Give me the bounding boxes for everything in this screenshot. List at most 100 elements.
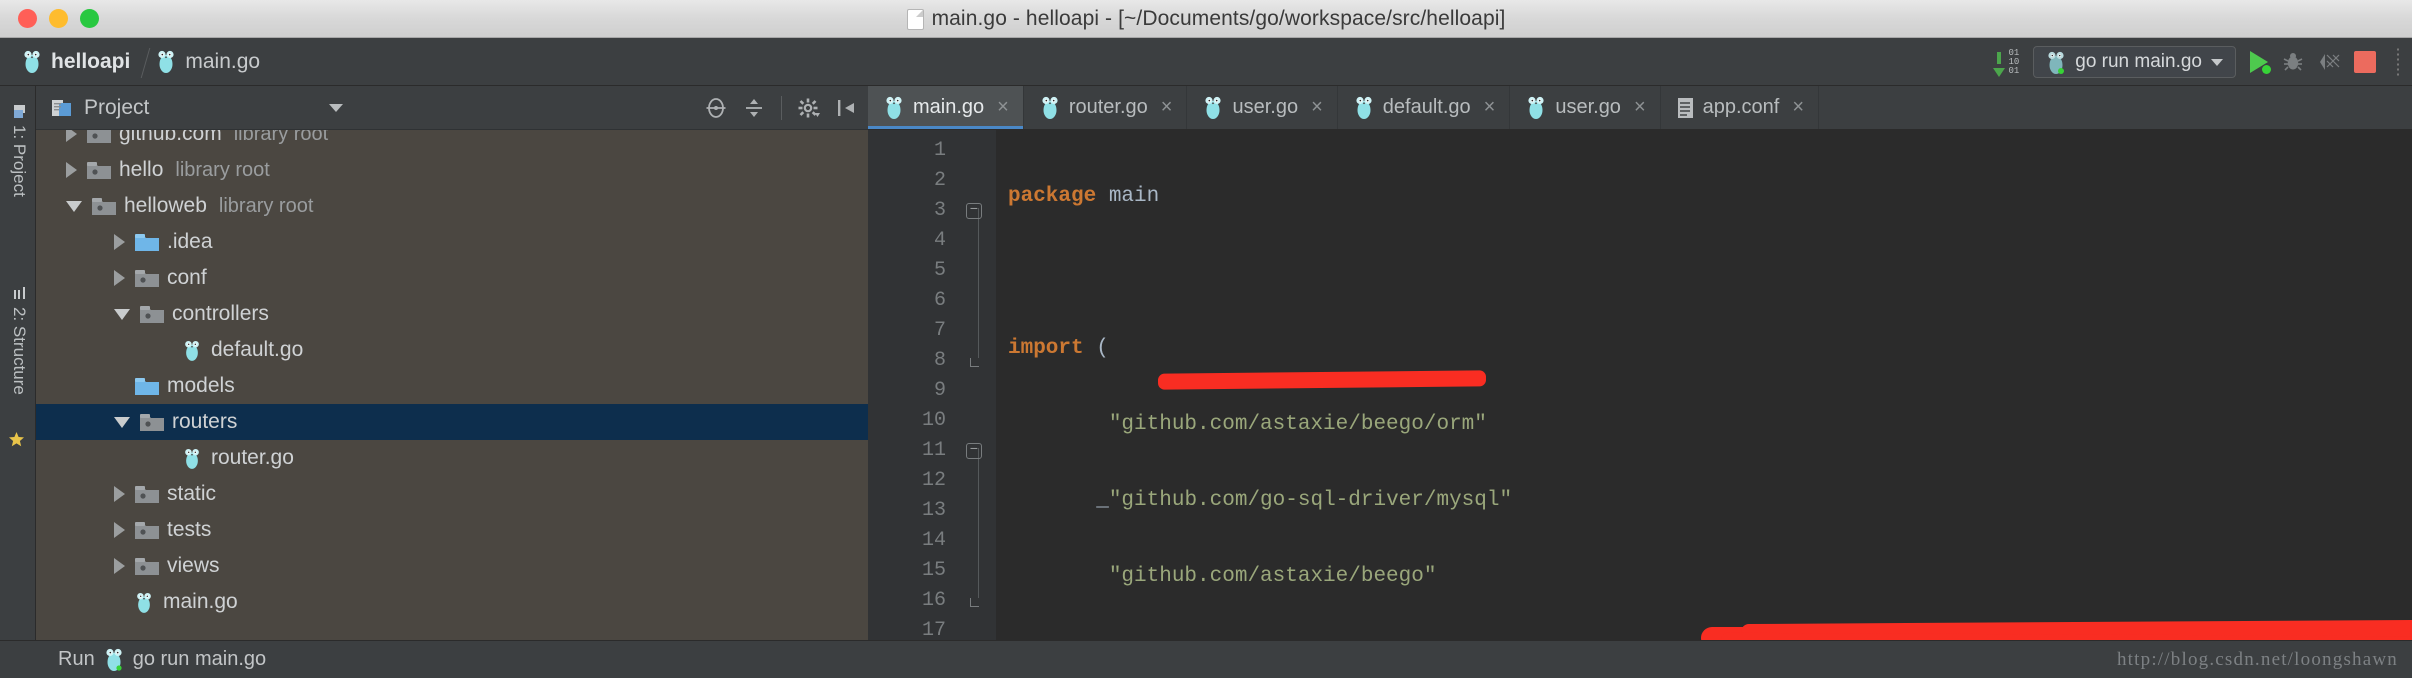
close-tab-icon[interactable]: × — [997, 96, 1009, 119]
tree-node-label: views — [167, 554, 220, 577]
tree-node-label: tests — [167, 518, 212, 541]
tree-row[interactable]: models — [36, 368, 868, 404]
locate-target-icon[interactable] — [705, 97, 727, 119]
editor-tab-user-go[interactable]: user.go × — [1187, 86, 1338, 129]
folder-icon — [135, 557, 159, 575]
go-gopher-icon — [106, 648, 122, 671]
title-bar: main.go - helloapi - [~/Documents/go/wor… — [0, 0, 2412, 38]
editor-tab-default-go[interactable]: default.go × — [1338, 86, 1511, 129]
update-project-icon[interactable]: 01 10 01 — [1993, 48, 2020, 77]
project-panel-header: Project — [36, 86, 868, 130]
status-bar: Run go run main.go http://blog.csdn.net/… — [0, 640, 2412, 678]
close-tab-icon[interactable]: × — [1634, 96, 1646, 119]
minimize-window-button[interactable] — [49, 9, 68, 28]
expand-arrow-icon[interactable] — [114, 486, 125, 502]
collapse-arrow-icon[interactable] — [66, 200, 82, 212]
breadcrumb-item-helloapi[interactable]: helloapi — [14, 44, 148, 80]
fold-toggle-import[interactable]: − — [966, 203, 982, 219]
folder-icon — [140, 305, 164, 323]
sidebar-item-favorites[interactable] — [8, 421, 25, 458]
go-gopher-icon — [137, 592, 151, 613]
tree-row[interactable]: .idea — [36, 224, 868, 260]
line-number: 8 — [933, 349, 946, 372]
go-gopher-icon — [1528, 96, 1544, 119]
editor-tab-label: user.go — [1232, 96, 1299, 118]
editor-tab-router-go[interactable]: router.go × — [1024, 86, 1188, 129]
breadcrumb: helloapi main.go — [0, 44, 278, 80]
expand-arrow-icon[interactable] — [114, 558, 125, 574]
expand-arrow-icon[interactable] — [66, 130, 77, 142]
expand-arrow-icon[interactable] — [114, 270, 125, 286]
line-number: 10 — [921, 409, 946, 432]
tree-node-label: helloweb — [124, 194, 207, 217]
code-folding-gutter[interactable]: − − — [960, 130, 996, 640]
tree-row[interactable]: github.com library root — [36, 130, 868, 152]
tree-node-label: hello — [119, 158, 164, 181]
tree-row[interactable]: views — [36, 548, 868, 584]
code-content[interactable]: package main import ( "github.com/astaxi… — [996, 130, 2412, 640]
close-window-button[interactable] — [18, 9, 37, 28]
folder-icon — [135, 521, 159, 539]
toolbar-drag-handle[interactable] — [2396, 47, 2400, 77]
editor-area: main.go × router.go × user.go × default.go × use… — [868, 86, 2412, 640]
coverage-button[interactable] — [2318, 51, 2340, 73]
tree-row[interactable]: controllers — [36, 296, 868, 332]
run-button[interactable] — [2250, 51, 2271, 74]
hide-panel-icon[interactable] — [836, 97, 858, 119]
go-gopher-icon — [185, 448, 199, 469]
collapse-all-icon[interactable] — [743, 97, 765, 119]
expand-arrow-icon[interactable] — [114, 522, 125, 538]
editor-tab-label: user.go — [1555, 96, 1621, 118]
binary-line-3: 01 — [2008, 65, 2020, 76]
settings-gear-icon[interactable] — [798, 97, 820, 119]
chevron-down-icon[interactable] — [2211, 58, 2223, 66]
code-line-1: package main — [1008, 185, 1160, 208]
close-tab-icon[interactable]: × — [1311, 96, 1323, 119]
editor-tab-user-go[interactable]: user.go × — [1510, 86, 1661, 129]
collapse-arrow-icon[interactable] — [114, 308, 130, 320]
expand-arrow-icon[interactable] — [66, 162, 77, 178]
tree-node-tag: library root — [218, 194, 314, 217]
go-gopher-icon — [1205, 96, 1222, 119]
tree-row[interactable]: helloweb library root — [36, 188, 868, 224]
tree-node-label: routers — [172, 410, 238, 433]
fold-end-init — [970, 598, 979, 607]
go-gopher-icon — [24, 50, 40, 73]
redaction-mark-import — [1157, 371, 1487, 388]
editor-tab-bar[interactable]: main.go × router.go × user.go × default.go × use… — [868, 86, 2412, 130]
fold-toggle-init[interactable]: − — [966, 443, 982, 459]
close-tab-icon[interactable]: × — [1792, 96, 1804, 119]
star-icon — [9, 432, 24, 447]
expand-arrow-icon[interactable] — [114, 234, 125, 250]
tree-row[interactable]: static — [36, 476, 868, 512]
sidebar-item-structure[interactable]: 2: Structure — [9, 276, 29, 405]
code-editor[interactable]: 1 2 3 4 5 6 7 8 9 10 11 12 13 14 15 16 17 − − package ma… — [868, 130, 2412, 640]
project-tree[interactable]: github.com library root hello library root h… — [36, 130, 868, 640]
tree-row[interactable]: router.go — [36, 440, 868, 476]
tree-row[interactable]: main.go — [36, 584, 868, 620]
close-tab-icon[interactable]: × — [1484, 96, 1496, 119]
code-line-4: "github.com/astaxie/beego/orm" — [1008, 413, 1487, 436]
editor-tab-app-conf[interactable]: app.conf × — [1661, 86, 1820, 129]
zoom-window-button[interactable] — [80, 9, 99, 28]
collapse-arrow-icon[interactable] — [114, 416, 130, 428]
sidebar-item-project[interactable]: 1: Project — [9, 94, 29, 207]
tree-row[interactable]: hello library root — [36, 152, 868, 188]
line-number: 12 — [921, 469, 946, 492]
tree-row[interactable]: tests — [36, 512, 868, 548]
run-tool-window-tab[interactable]: Run go run main.go — [58, 647, 266, 672]
tree-row[interactable]: routers — [36, 404, 868, 440]
line-number: 4 — [933, 229, 946, 252]
chevron-down-icon[interactable] — [329, 103, 344, 112]
editor-tab-main-go[interactable]: main.go × — [868, 86, 1024, 129]
breadcrumb-item-main-go[interactable]: main.go — [148, 44, 278, 80]
tree-node-label: .idea — [167, 230, 213, 253]
stop-button[interactable] — [2354, 51, 2376, 73]
close-tab-icon[interactable]: × — [1161, 96, 1173, 119]
tree-row[interactable]: conf — [36, 260, 868, 296]
debug-button[interactable] — [2282, 51, 2304, 73]
run-configuration-selector[interactable]: go run main.go — [2033, 46, 2236, 78]
tree-row[interactable]: default.go — [36, 332, 868, 368]
code-line-3: import ( — [1008, 337, 1109, 360]
go-gopher-icon — [2048, 51, 2065, 74]
